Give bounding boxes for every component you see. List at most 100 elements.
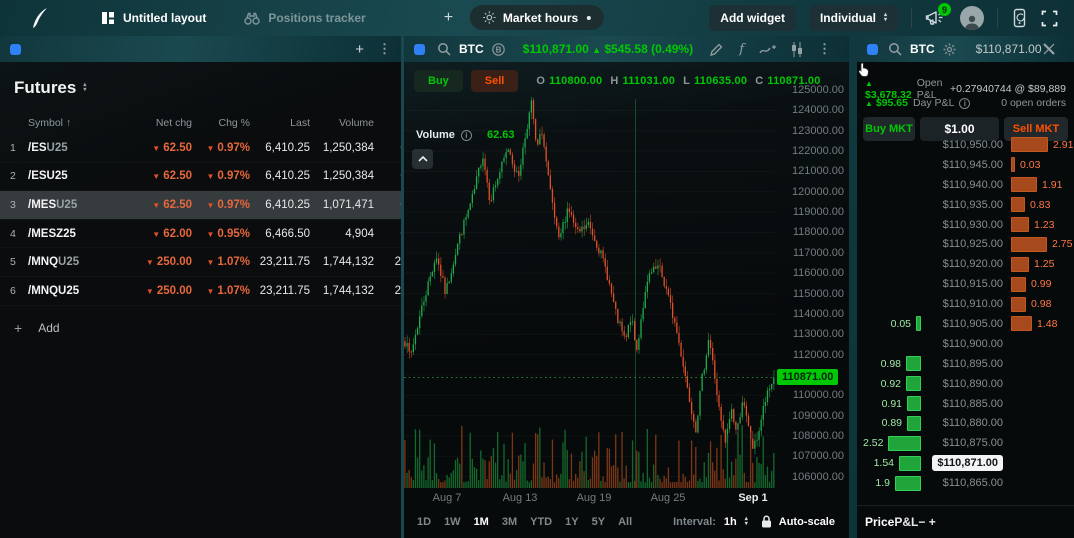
watchlist-row[interactable]: 5/MNQU25 ▼ 250.00 ▼ 1.07% 23,211.75 1,744,132 2… <box>0 248 401 277</box>
range-button-5y[interactable]: 5Y <box>592 516 605 528</box>
ladder-row[interactable]: $110,930.00 1.23 <box>857 215 1074 235</box>
candle-style-icon[interactable] <box>791 41 803 57</box>
range-button-1d[interactable]: 1D <box>417 516 431 528</box>
bid-bar[interactable] <box>916 316 921 332</box>
ladder-row[interactable]: $110,900.00 <box>857 334 1074 354</box>
indicators-icon[interactable]: f <box>739 42 744 57</box>
interval-value[interactable]: 1h <box>724 516 737 528</box>
ask-bar[interactable] <box>1011 256 1029 272</box>
tab-untitled-layout[interactable]: Untitled layout <box>101 11 206 25</box>
watchlist-row[interactable]: 1/ESU25 ▼62.50 ▼0.97% 6,410.25 1,250,3846,41… <box>0 134 401 163</box>
disabled-tool-icon[interactable] <box>1042 42 1056 56</box>
market-hours-button[interactable]: Market hours <box>469 5 605 30</box>
ask-bar[interactable] <box>1011 276 1026 292</box>
zoom-in-button[interactable]: + <box>929 515 936 529</box>
ask-bar[interactable] <box>1011 177 1037 193</box>
watchlist-row[interactable]: 2/ESU25 ▼62.50 ▼0.97% 6,410.25 1,250,3846,41… <box>0 163 401 192</box>
mobile-device-button[interactable] <box>1011 8 1028 28</box>
chart-menu-button[interactable]: ⋮ <box>818 41 831 57</box>
price-tab[interactable]: Price <box>865 515 894 529</box>
dom-symbol[interactable]: BTC <box>910 42 935 56</box>
ladder-row[interactable]: 0.89 $110,880.00 <box>857 413 1074 433</box>
ladder-row[interactable]: 0.92 $110,890.00 <box>857 374 1074 394</box>
tab-positions-tracker[interactable]: Positions tracker <box>244 11 366 25</box>
panel-handle-icon[interactable] <box>867 43 878 55</box>
y-axis-label: 118000.00 <box>792 226 844 239</box>
ladder-row[interactable]: 0.05 $110,905.00 1.48 <box>857 314 1074 334</box>
panel-menu-button[interactable]: ⋮ <box>378 41 391 57</box>
bid-bar[interactable] <box>907 396 921 412</box>
ladder-row[interactable]: $110,935.00 0.83 <box>857 195 1074 215</box>
watchlist-add-button[interactable]: + Add <box>0 306 401 336</box>
interval-stepper[interactable]: ▴ ▾ <box>745 516 748 527</box>
panel-menu-button[interactable]: ⋮ <box>1070 41 1074 57</box>
ask-bar[interactable] <box>1011 217 1029 232</box>
range-button-all[interactable]: All <box>618 516 632 528</box>
ladder-row[interactable]: $110,910.00 0.98 <box>857 294 1074 314</box>
range-button-ytd[interactable]: YTD <box>530 516 552 528</box>
watchlist-title[interactable]: Futures ▴ ▾ <box>0 62 401 98</box>
col-volume[interactable]: Volume <box>310 117 374 129</box>
col-symbol[interactable]: Symbol ↑ <box>28 117 128 129</box>
search-icon[interactable] <box>888 42 902 56</box>
ask-bar[interactable] <box>1011 296 1026 312</box>
bid-bar[interactable] <box>888 435 921 451</box>
bid-bar[interactable] <box>907 415 921 431</box>
account-avatar[interactable] <box>960 6 984 30</box>
ladder-row[interactable]: 1.54 $110,871.00 <box>857 453 1074 473</box>
y-axis-label: 109000.00 <box>792 409 844 422</box>
search-icon[interactable] <box>437 42 451 56</box>
col-net-chg[interactable]: Net chg <box>128 117 192 129</box>
range-button-3m[interactable]: 3M <box>502 516 517 528</box>
range-button-1y[interactable]: 1Y <box>565 516 578 528</box>
ask-bar[interactable] <box>1011 316 1032 332</box>
range-button-1m[interactable]: 1M <box>474 516 489 528</box>
ladder-row[interactable]: $110,950.00 2.91 <box>857 135 1074 155</box>
candlestick-chart[interactable] <box>404 95 777 490</box>
chart-symbol[interactable]: BTC <box>459 42 484 56</box>
panel-handle-icon[interactable] <box>10 43 21 55</box>
col-chg-pct[interactable]: Chg % <box>192 117 250 129</box>
ladder-row[interactable]: $110,920.00 1.25 <box>857 254 1074 274</box>
ladder-row[interactable]: $110,940.00 1.91 <box>857 175 1074 195</box>
gear-icon[interactable] <box>943 43 956 56</box>
row-number: 3 <box>10 198 16 211</box>
zoom-out-button[interactable]: − <box>918 515 925 529</box>
ask-bar[interactable] <box>1011 137 1048 153</box>
range-button-1w[interactable]: 1W <box>444 516 461 528</box>
add-symbol-button[interactable]: + <box>355 41 364 58</box>
ask-bar[interactable] <box>1011 236 1047 252</box>
watchlist-row[interactable]: 3/MESU25 ▼62.50 ▼0.97% 6,410.25 1,071,4716,4… <box>0 191 401 220</box>
add-widget-button[interactable]: Add widget <box>709 5 796 31</box>
bid-bar[interactable] <box>906 356 921 372</box>
ladder-row[interactable]: 0.98 $110,895.00 <box>857 354 1074 374</box>
new-tab-button[interactable]: + <box>444 9 453 27</box>
panel-handle-icon[interactable] <box>414 43 425 55</box>
bid-bar[interactable] <box>899 455 921 471</box>
bid-bar[interactable] <box>895 475 921 491</box>
ask-bar[interactable] <box>1011 197 1025 213</box>
sell-button[interactable]: Sell <box>470 70 519 92</box>
ladder-row[interactable]: 1.9 $110,865.00 <box>857 473 1074 493</box>
pnl-tab[interactable]: P&L <box>894 515 918 529</box>
ladder-row[interactable]: 2.52 $110,875.00 <box>857 433 1074 453</box>
account-selector[interactable]: Individual ▴ ▾ <box>808 5 898 31</box>
fullscreen-icon <box>1041 10 1058 26</box>
buy-button[interactable]: Buy <box>414 70 463 92</box>
col-last[interactable]: Last <box>250 117 310 129</box>
announcements-button[interactable]: 9 <box>925 3 951 28</box>
trendline-icon[interactable] <box>759 43 776 56</box>
ladder-row[interactable]: $110,915.00 0.99 <box>857 274 1074 294</box>
fullscreen-button[interactable] <box>1041 10 1058 27</box>
ladder-footer: Price P&L − + <box>857 505 1074 538</box>
watchlist-row[interactable]: 4/MESZ25 ▼62.00 ▼0.95% 6,466.50 4,9046,466 <box>0 220 401 249</box>
ladder-row[interactable]: $110,945.00 0.03 <box>857 155 1074 175</box>
draw-icon[interactable] <box>709 42 724 57</box>
bid-bar[interactable] <box>906 376 921 392</box>
ladder-row[interactable]: 0.91 $110,885.00 <box>857 394 1074 414</box>
watchlist-row[interactable]: 6/MNQU25 ▼ 250.00 ▼ 1.07% 23,211.75 1,744,132 2… <box>0 277 401 306</box>
ask-bar[interactable] <box>1011 157 1015 173</box>
y-axis-label: 110000.00 <box>792 389 844 402</box>
autoscale-toggle[interactable]: Auto-scale <box>761 515 835 528</box>
ladder-row[interactable]: $110,925.00 2.75 <box>857 234 1074 254</box>
